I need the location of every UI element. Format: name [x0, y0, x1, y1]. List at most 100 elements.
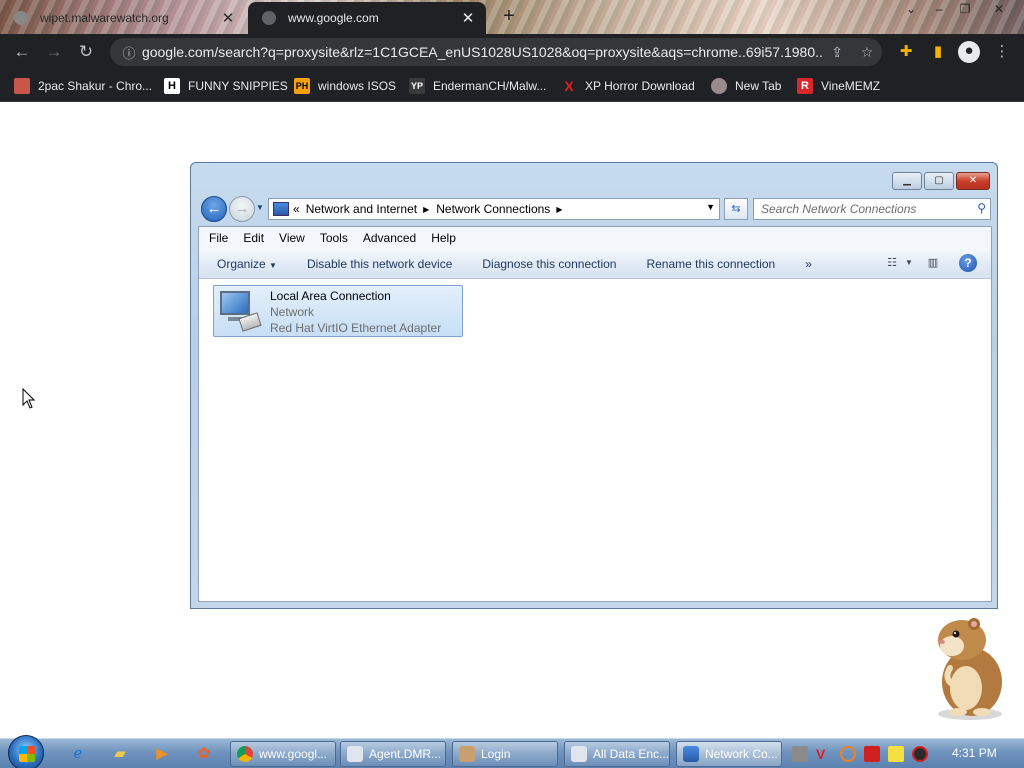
app-icon	[459, 746, 475, 762]
menu-file[interactable]: File	[209, 231, 228, 245]
breadcrumb-overflow[interactable]: «	[293, 202, 300, 216]
close-icon[interactable]: ✕	[220, 9, 236, 27]
close-button[interactable]: ✕	[956, 172, 990, 190]
search-box[interactable]: ⚲	[753, 198, 991, 220]
breadcrumb-network-connections[interactable]: Network Connections	[436, 202, 550, 216]
connection-adapter: Red Hat VirtIO Ethernet Adapter	[270, 321, 442, 335]
url-text[interactable]: google.com/search?q=proxysite&rlz=1C1GCE…	[142, 44, 822, 60]
search-icon[interactable]: ⚲	[977, 201, 986, 215]
tab-title: wipet.malwarewatch.org	[40, 11, 169, 25]
chevron-down-icon[interactable]: ⌄	[898, 0, 924, 18]
task-agent-dmr[interactable]: Agent.DMR...	[340, 741, 446, 767]
hamster-desktop-pet[interactable]	[922, 612, 1012, 722]
network-folder-icon	[273, 202, 289, 216]
organize-label: Organize	[217, 256, 266, 271]
menu-edit[interactable]: Edit	[243, 231, 264, 245]
more-commands-button[interactable]: »	[805, 257, 812, 271]
notes-tray-icon[interactable]	[888, 746, 904, 762]
media-player-icon[interactable]: ▶	[146, 742, 178, 766]
forward-button[interactable]: →	[229, 196, 255, 222]
bookmark-label: New Tab	[735, 79, 782, 93]
connection-item-local-area[interactable]: Local Area Connection Network Red Hat Vi…	[213, 285, 463, 337]
explorer-address-bar[interactable]: « Network and Internet ▶ Network Connect…	[268, 198, 720, 220]
r-logo-icon: R	[797, 78, 813, 94]
v-tray-icon[interactable]: V	[816, 746, 832, 762]
menu-icon[interactable]: ⋮	[992, 42, 1012, 62]
bookmark-label: EndermanCH/Malw...	[433, 79, 547, 93]
info-icon[interactable]: ⓘ	[116, 43, 142, 62]
back-button[interactable]: ←	[201, 196, 227, 222]
address-bar[interactable]: ⓘ google.com/search?q=proxysite&rlz=1C1G…	[110, 38, 882, 66]
bookmark-vinememz[interactable]: R VineMEMZ	[797, 76, 880, 96]
extensions-icon[interactable]: ✚	[896, 42, 916, 62]
task-network-connections[interactable]: Network Co...	[676, 741, 782, 767]
menu-view[interactable]: View	[279, 231, 305, 245]
menu-bar: File Edit View Tools Advanced Help	[199, 227, 991, 249]
chevron-down-icon[interactable]: ▼	[706, 202, 715, 212]
tab-malwarewatch[interactable]: wipet.malwarewatch.org ✕	[0, 2, 246, 34]
h-logo-icon: H	[164, 78, 180, 94]
bookmark-new-tab[interactable]: New Tab	[711, 76, 781, 96]
chevron-right-icon[interactable]: ▶	[423, 205, 429, 214]
profile-avatar[interactable]: ●	[958, 41, 980, 63]
bookmark-2pac[interactable]: 2pac Shakur - Chro...	[14, 76, 152, 96]
menu-help[interactable]: Help	[431, 231, 456, 245]
bookmark-windows-isos[interactable]: PH windows ISOS	[294, 76, 396, 96]
minimize-button[interactable]: ▁	[892, 172, 922, 190]
restore-button[interactable]: ❐	[952, 0, 978, 18]
chevron-right-icon[interactable]: ▶	[556, 205, 562, 214]
change-view-icon[interactable]: ☷	[882, 254, 902, 272]
history-dropdown-icon[interactable]: ▼	[256, 203, 264, 212]
chevron-down-icon[interactable]: ▼	[904, 254, 914, 272]
menu-tools[interactable]: Tools	[320, 231, 348, 245]
bookmark-endermanch[interactable]: YP EndermanCH/Malw...	[409, 76, 546, 96]
window-icon	[571, 746, 587, 762]
organize-button[interactable]: Organize ▼	[217, 257, 277, 271]
share-icon[interactable]: ⇪	[822, 44, 852, 61]
record-tray-icon[interactable]	[912, 746, 928, 762]
flag-tray-icon[interactable]	[864, 746, 880, 762]
folder-icon[interactable]: ▰	[104, 742, 136, 766]
help-icon[interactable]: ?	[959, 254, 977, 272]
new-tab-button[interactable]: +	[498, 6, 520, 28]
taskbar: ℯ ▰ ▶ ✿ www.googl... Agent.DMR... Login …	[0, 735, 1024, 768]
youtube-premium-icon: YP	[409, 78, 425, 94]
tab-strip: wipet.malwarewatch.org ✕ www.google.com …	[0, 0, 1024, 34]
navigation-row: ← → ▼ « Network and Internet ▶ Network C…	[199, 194, 991, 222]
back-button[interactable]: ←	[10, 40, 34, 64]
task-chrome[interactable]: www.googl...	[230, 741, 336, 767]
diagnose-button[interactable]: Diagnose this connection	[482, 257, 616, 271]
start-button[interactable]	[8, 735, 44, 768]
star-icon[interactable]: ☆	[852, 44, 882, 61]
side-panel-icon[interactable]: ▮	[928, 42, 948, 62]
reload-button[interactable]: ↻	[74, 40, 98, 64]
minimize-button[interactable]: –	[926, 0, 952, 18]
refresh-button[interactable]: ⇆	[724, 198, 748, 220]
rename-button[interactable]: Rename this connection	[646, 257, 775, 271]
bookmark-funny-snippies[interactable]: H FUNNY SNIPPIES	[164, 76, 288, 96]
maximize-button[interactable]: ▢	[924, 172, 954, 190]
clock[interactable]: 4:31 PM	[952, 746, 997, 760]
tab-google[interactable]: www.google.com ✕	[248, 2, 486, 34]
bookmark-label: windows ISOS	[318, 79, 397, 93]
network-adapter-icon	[218, 289, 264, 333]
bookmark-label: 2pac Shakur - Chro...	[38, 79, 153, 93]
network-tray-icon[interactable]	[792, 746, 808, 762]
search-tray-icon[interactable]	[840, 746, 856, 762]
disable-device-button[interactable]: Disable this network device	[307, 257, 452, 271]
task-label: All Data Enc...	[593, 747, 670, 761]
forward-button[interactable]: →	[42, 40, 66, 64]
task-login[interactable]: Login	[452, 741, 558, 767]
image-icon	[14, 78, 30, 94]
bookmark-xp-horror[interactable]: X XP Horror Download	[561, 76, 695, 96]
close-window-button[interactable]: ✕	[986, 0, 1012, 18]
close-icon[interactable]: ✕	[460, 9, 476, 27]
internet-explorer-icon[interactable]: ℯ	[62, 742, 94, 766]
breadcrumb-network-internet[interactable]: Network and Internet	[306, 202, 417, 216]
preview-pane-icon[interactable]: ▥	[923, 254, 943, 272]
task-all-data-enc[interactable]: All Data Enc...	[564, 741, 670, 767]
search-input[interactable]	[754, 199, 966, 219]
app-pin-icon[interactable]: ✿	[188, 742, 220, 766]
connection-name: Local Area Connection	[270, 289, 391, 303]
menu-advanced[interactable]: Advanced	[363, 231, 416, 245]
